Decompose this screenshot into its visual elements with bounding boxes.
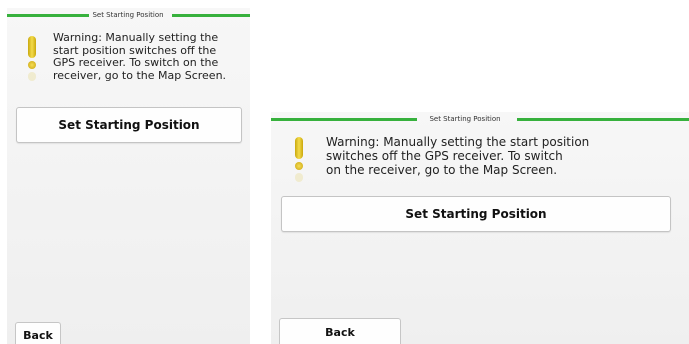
page-title: Set Starting Position	[92, 11, 164, 19]
title-bar: Set Starting Position	[7, 8, 250, 22]
exclamation-icon	[26, 36, 38, 86]
exclamation-icon	[293, 137, 305, 187]
warning-message: Warning: Manually setting the start posi…	[326, 135, 590, 177]
title-line-right	[172, 14, 250, 17]
back-button[interactable]: Back	[15, 322, 61, 344]
title-line-right	[517, 118, 689, 121]
warning-message: Warning: Manually setting the start posi…	[53, 31, 227, 82]
back-button[interactable]: Back	[279, 318, 401, 344]
title-line-left	[7, 14, 89, 17]
landscape-screen: Set Starting Position Warning: Manually …	[271, 112, 689, 344]
title-line-left	[271, 118, 417, 121]
portrait-screen: Set Starting Position Warning: Manually …	[7, 8, 250, 344]
set-starting-position-button[interactable]: Set Starting Position	[281, 196, 671, 232]
set-starting-position-button[interactable]: Set Starting Position	[16, 107, 242, 143]
page-title: Set Starting Position	[429, 115, 501, 123]
title-bar: Set Starting Position	[271, 112, 689, 126]
